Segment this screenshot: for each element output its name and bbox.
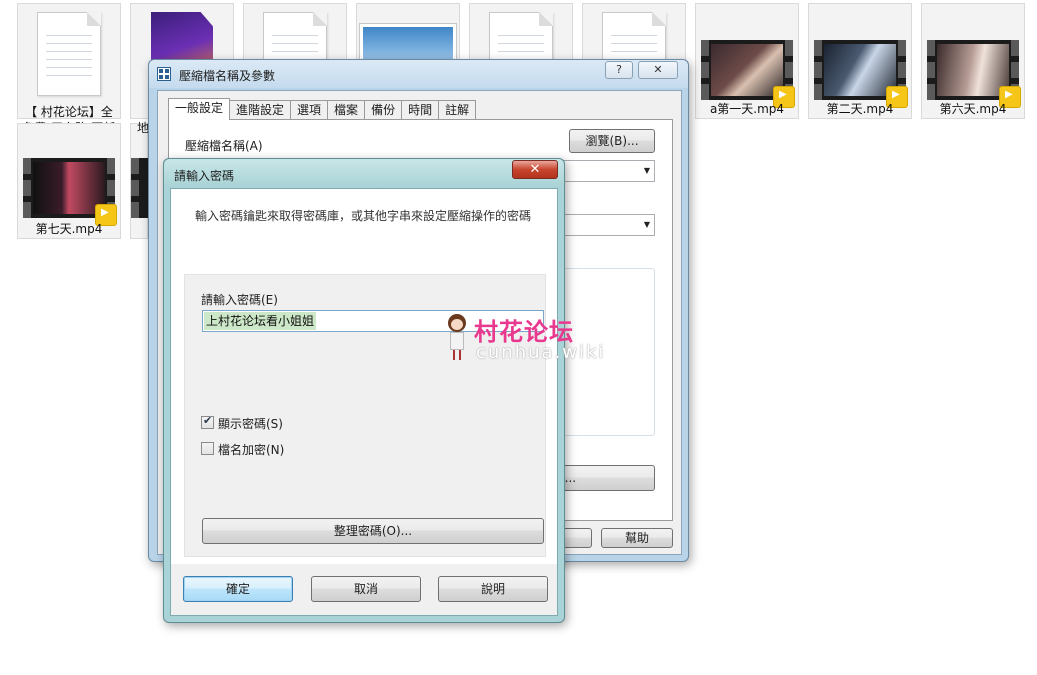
password-description: 輸入密碼鑰匙來取得密碼庫，或其他字串來設定壓縮操作的密碼	[195, 209, 532, 223]
show-password-checkbox[interactable]	[201, 414, 214, 429]
file-tile-video-4[interactable]: 第七天.mp4	[17, 123, 121, 239]
tab-comment[interactable]: 註解	[438, 100, 477, 120]
organize-passwords-button[interactable]: 整理密碼(O)...	[202, 518, 544, 544]
file-tile-txt[interactable]: 【 村花论坛】全免费-无套路-更新快.txt	[17, 3, 121, 151]
password-value: 上村花论坛看小姐姐	[204, 312, 317, 330]
close-caption-button[interactable]: ✕	[638, 61, 678, 79]
text-file-icon	[37, 12, 101, 96]
password-dialog: 請輸入密碼 ✕ 輸入密碼鑰匙來取得密碼庫，或其他字串來設定壓縮操作的密碼 請輸入…	[163, 158, 565, 623]
tab-general[interactable]: 一般設定	[168, 98, 231, 120]
chevron-down-icon: ▼	[643, 220, 650, 229]
tab-options[interactable]: 選項	[290, 100, 329, 120]
back-help-button[interactable]: 幫助	[601, 528, 673, 548]
site-watermark: 村花论坛 cunhua.wiki	[444, 312, 604, 366]
cancel-button[interactable]: 取消	[311, 576, 421, 602]
help-caption-button[interactable]: ?	[605, 61, 633, 79]
video-file-icon	[927, 40, 1021, 108]
close-button[interactable]: ✕	[512, 160, 558, 179]
file-name: 第六天.mp4	[939, 102, 1007, 116]
password-dialog-title: 請輸入密碼	[174, 169, 235, 183]
archive-name-label: 壓縮檔名稱(A)	[185, 139, 263, 153]
ok-button[interactable]: 確定	[183, 576, 293, 602]
help-button[interactable]: 說明	[438, 576, 548, 602]
tab-advanced[interactable]: 進階設定	[229, 100, 292, 120]
file-tile-video-1[interactable]: a第一天.mp4	[695, 3, 799, 119]
tab-files[interactable]: 檔案	[327, 100, 366, 120]
file-name: a第一天.mp4	[709, 102, 785, 116]
password-label: 請輸入密碼(E)	[201, 293, 278, 307]
password-dialog-client: 輸入密碼鑰匙來取得密碼庫，或其他字串來設定壓縮操作的密碼 請輸入密碼(E) 上村…	[170, 188, 558, 616]
file-tile-video-3[interactable]: 第六天.mp4	[921, 3, 1025, 119]
watermark-en-text: cunhua.wiki	[476, 342, 606, 363]
file-tile-partial[interactable]	[130, 123, 151, 239]
tab-backup[interactable]: 備份	[364, 100, 403, 120]
chevron-down-icon: ▼	[643, 166, 650, 175]
file-name: 第二天.mp4	[826, 102, 894, 116]
encrypt-names-checkbox[interactable]	[201, 442, 214, 455]
password-dialog-pane: 輸入密碼鑰匙來取得密碼庫，或其他字串來設定壓縮操作的密碼 請輸入密碼(E) 上村…	[171, 189, 557, 564]
archive-window-titlebar[interactable]: 壓縮檔名稱及參數 ? ✕	[149, 60, 688, 88]
show-password-label[interactable]: 顯示密碼(S)	[218, 415, 283, 432]
encrypt-names-label[interactable]: 檔名加密(N)	[218, 441, 284, 458]
file-name: 第七天.mp4	[35, 222, 103, 236]
archive-tabs: 一般設定 進階設定 選項 檔案 備份 時間 註解	[168, 98, 477, 120]
mascot-girl-icon	[444, 314, 470, 362]
browse-button[interactable]: 瀏覽(B)...	[569, 129, 655, 153]
password-dialog-titlebar[interactable]: 請輸入密碼 ✕	[164, 159, 564, 187]
archive-window-title: 壓縮檔名稱及參數	[179, 69, 276, 83]
file-tile-video-2[interactable]: 第二天.mp4	[808, 3, 912, 119]
archive-app-icon	[157, 67, 171, 81]
tab-time[interactable]: 時間	[401, 100, 440, 120]
video-file-icon	[814, 40, 908, 108]
video-file-icon	[701, 40, 795, 108]
video-file-icon	[23, 158, 117, 226]
